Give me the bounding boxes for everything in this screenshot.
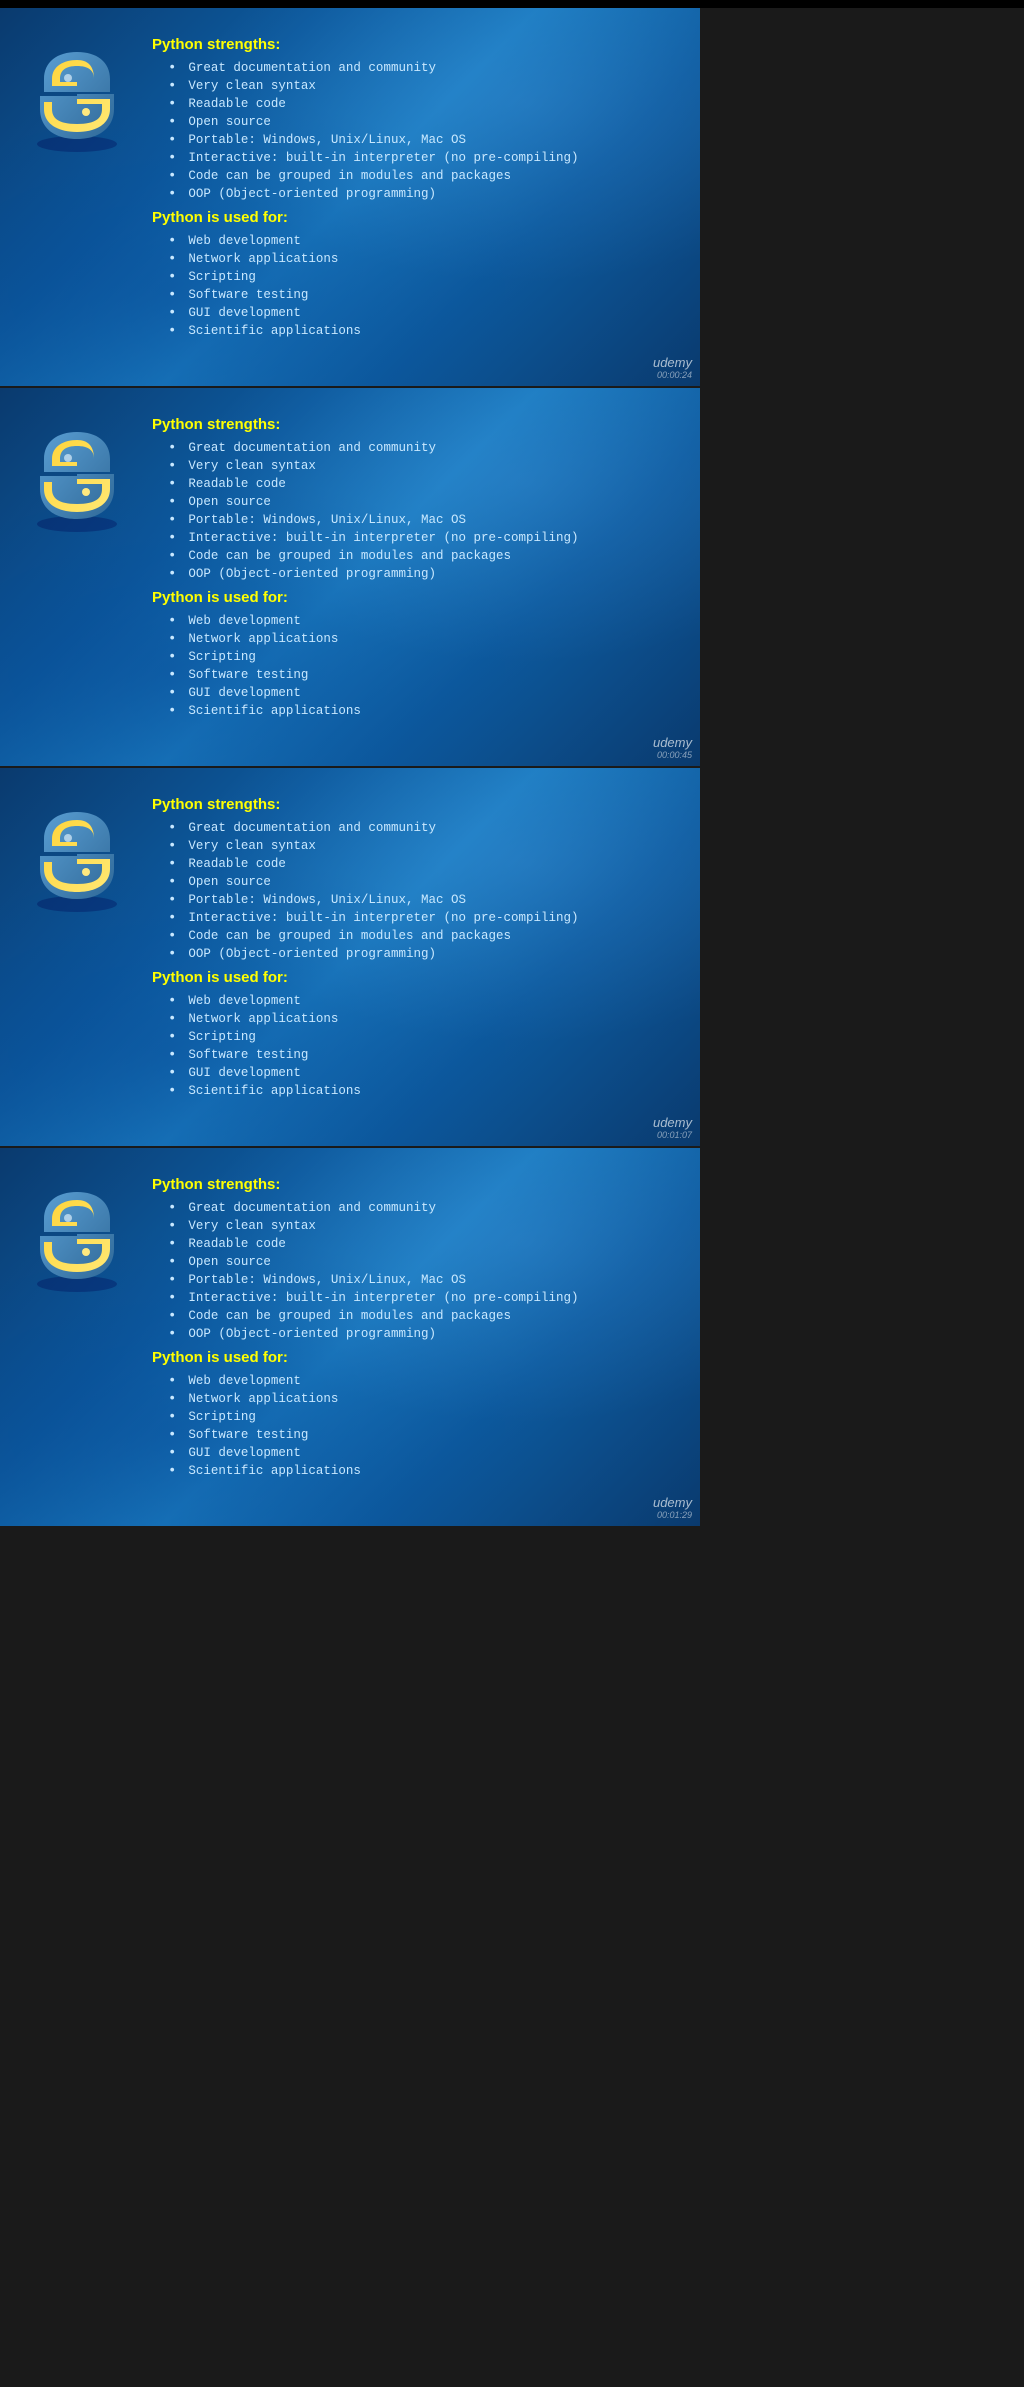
list-item: Interactive: built-in interpreter (no pr… xyxy=(152,1289,670,1307)
list-item: GUI development xyxy=(152,1444,670,1462)
list-item: OOP (Object-oriented programming) xyxy=(152,565,670,583)
list-item: Web development xyxy=(152,232,670,250)
slide-1: Python strengths: Great documentation and… xyxy=(0,8,700,386)
list-item: Network applications xyxy=(152,1010,670,1028)
list-item: Great documentation and community xyxy=(152,59,670,77)
list-item: Software testing xyxy=(152,1046,670,1064)
list-item: Network applications xyxy=(152,1390,670,1408)
strengths-title: Python strengths: xyxy=(152,36,670,53)
udemy-label: udemy xyxy=(653,355,692,370)
list-item: Scripting xyxy=(152,268,670,286)
list-item: Great documentation and community xyxy=(152,819,670,837)
list-item: Scientific applications xyxy=(152,1082,670,1100)
list-item: Very clean syntax xyxy=(152,457,670,475)
udemy-watermark: udemy00:01:29 xyxy=(653,1495,692,1520)
udemy-label: udemy xyxy=(653,735,692,750)
list-item: Interactive: built-in interpreter (no pr… xyxy=(152,529,670,547)
list-item: Software testing xyxy=(152,286,670,304)
list-item: Scripting xyxy=(152,1028,670,1046)
list-item: Network applications xyxy=(152,250,670,268)
udemy-label: udemy xyxy=(653,1115,692,1130)
list-item: Code can be grouped in modules and packa… xyxy=(152,927,670,945)
used-for-list: Web developmentNetwork applicationsScrip… xyxy=(152,232,670,340)
list-item: Readable code xyxy=(152,475,670,493)
python-logo xyxy=(22,44,132,154)
list-item: GUI development xyxy=(152,1064,670,1082)
list-item: Portable: Windows, Unix/Linux, Mac OS xyxy=(152,1271,670,1289)
list-item: Code can be grouped in modules and packa… xyxy=(152,547,670,565)
list-item: OOP (Object-oriented programming) xyxy=(152,185,670,203)
list-item: Portable: Windows, Unix/Linux, Mac OS xyxy=(152,131,670,149)
list-item: Scripting xyxy=(152,1408,670,1426)
slide-3: Python strengths: Great documentation and… xyxy=(0,768,700,1146)
timestamp: 00:01:29 xyxy=(653,1510,692,1520)
strengths-list: Great documentation and communityVery cl… xyxy=(152,819,670,963)
timestamp: 00:01:07 xyxy=(653,1130,692,1140)
list-item: Open source xyxy=(152,873,670,891)
strengths-list: Great documentation and communityVery cl… xyxy=(152,59,670,203)
list-item: Portable: Windows, Unix/Linux, Mac OS xyxy=(152,891,670,909)
list-item: OOP (Object-oriented programming) xyxy=(152,945,670,963)
slide-2: Python strengths: Great documentation and… xyxy=(0,388,700,766)
list-item: Scientific applications xyxy=(152,1462,670,1480)
used-for-list: Web developmentNetwork applicationsScrip… xyxy=(152,992,670,1100)
slide-4: Python strengths: Great documentation and… xyxy=(0,1148,700,1526)
udemy-watermark: udemy00:00:45 xyxy=(653,735,692,760)
file-info-header xyxy=(0,0,1024,8)
python-logo xyxy=(22,1184,132,1294)
list-item: Very clean syntax xyxy=(152,77,670,95)
used-for-title: Python is used for: xyxy=(152,969,670,986)
list-item: OOP (Object-oriented programming) xyxy=(152,1325,670,1343)
used-for-title: Python is used for: xyxy=(152,209,670,226)
list-item: Readable code xyxy=(152,855,670,873)
used-for-title: Python is used for: xyxy=(152,589,670,606)
list-item: Portable: Windows, Unix/Linux, Mac OS xyxy=(152,511,670,529)
strengths-list: Great documentation and communityVery cl… xyxy=(152,439,670,583)
python-logo xyxy=(22,424,132,534)
list-item: Code can be grouped in modules and packa… xyxy=(152,167,670,185)
timestamp: 00:00:45 xyxy=(653,750,692,760)
list-item: Interactive: built-in interpreter (no pr… xyxy=(152,149,670,167)
used-for-list: Web developmentNetwork applicationsScrip… xyxy=(152,1372,670,1480)
list-item: Network applications xyxy=(152,630,670,648)
list-item: Open source xyxy=(152,113,670,131)
list-item: Code can be grouped in modules and packa… xyxy=(152,1307,670,1325)
used-for-title: Python is used for: xyxy=(152,1349,670,1366)
udemy-watermark: udemy00:01:07 xyxy=(653,1115,692,1140)
slides-container: Python strengths: Great documentation and… xyxy=(0,8,1024,1526)
list-item: Open source xyxy=(152,1253,670,1271)
used-for-list: Web developmentNetwork applicationsScrip… xyxy=(152,612,670,720)
list-item: Scripting xyxy=(152,648,670,666)
list-item: Readable code xyxy=(152,95,670,113)
list-item: Great documentation and community xyxy=(152,1199,670,1217)
list-item: GUI development xyxy=(152,684,670,702)
list-item: Software testing xyxy=(152,1426,670,1444)
list-item: Very clean syntax xyxy=(152,1217,670,1235)
list-item: Scientific applications xyxy=(152,702,670,720)
python-logo xyxy=(22,804,132,914)
list-item: GUI development xyxy=(152,304,670,322)
strengths-title: Python strengths: xyxy=(152,416,670,433)
list-item: Web development xyxy=(152,612,670,630)
list-item: Web development xyxy=(152,992,670,1010)
list-item: Open source xyxy=(152,493,670,511)
timestamp: 00:00:24 xyxy=(653,370,692,380)
list-item: Web development xyxy=(152,1372,670,1390)
list-item: Readable code xyxy=(152,1235,670,1253)
strengths-title: Python strengths: xyxy=(152,796,670,813)
udemy-label: udemy xyxy=(653,1495,692,1510)
strengths-list: Great documentation and communityVery cl… xyxy=(152,1199,670,1343)
udemy-watermark: udemy00:00:24 xyxy=(653,355,692,380)
list-item: Software testing xyxy=(152,666,670,684)
strengths-title: Python strengths: xyxy=(152,1176,670,1193)
list-item: Very clean syntax xyxy=(152,837,670,855)
list-item: Scientific applications xyxy=(152,322,670,340)
list-item: Great documentation and community xyxy=(152,439,670,457)
list-item: Interactive: built-in interpreter (no pr… xyxy=(152,909,670,927)
